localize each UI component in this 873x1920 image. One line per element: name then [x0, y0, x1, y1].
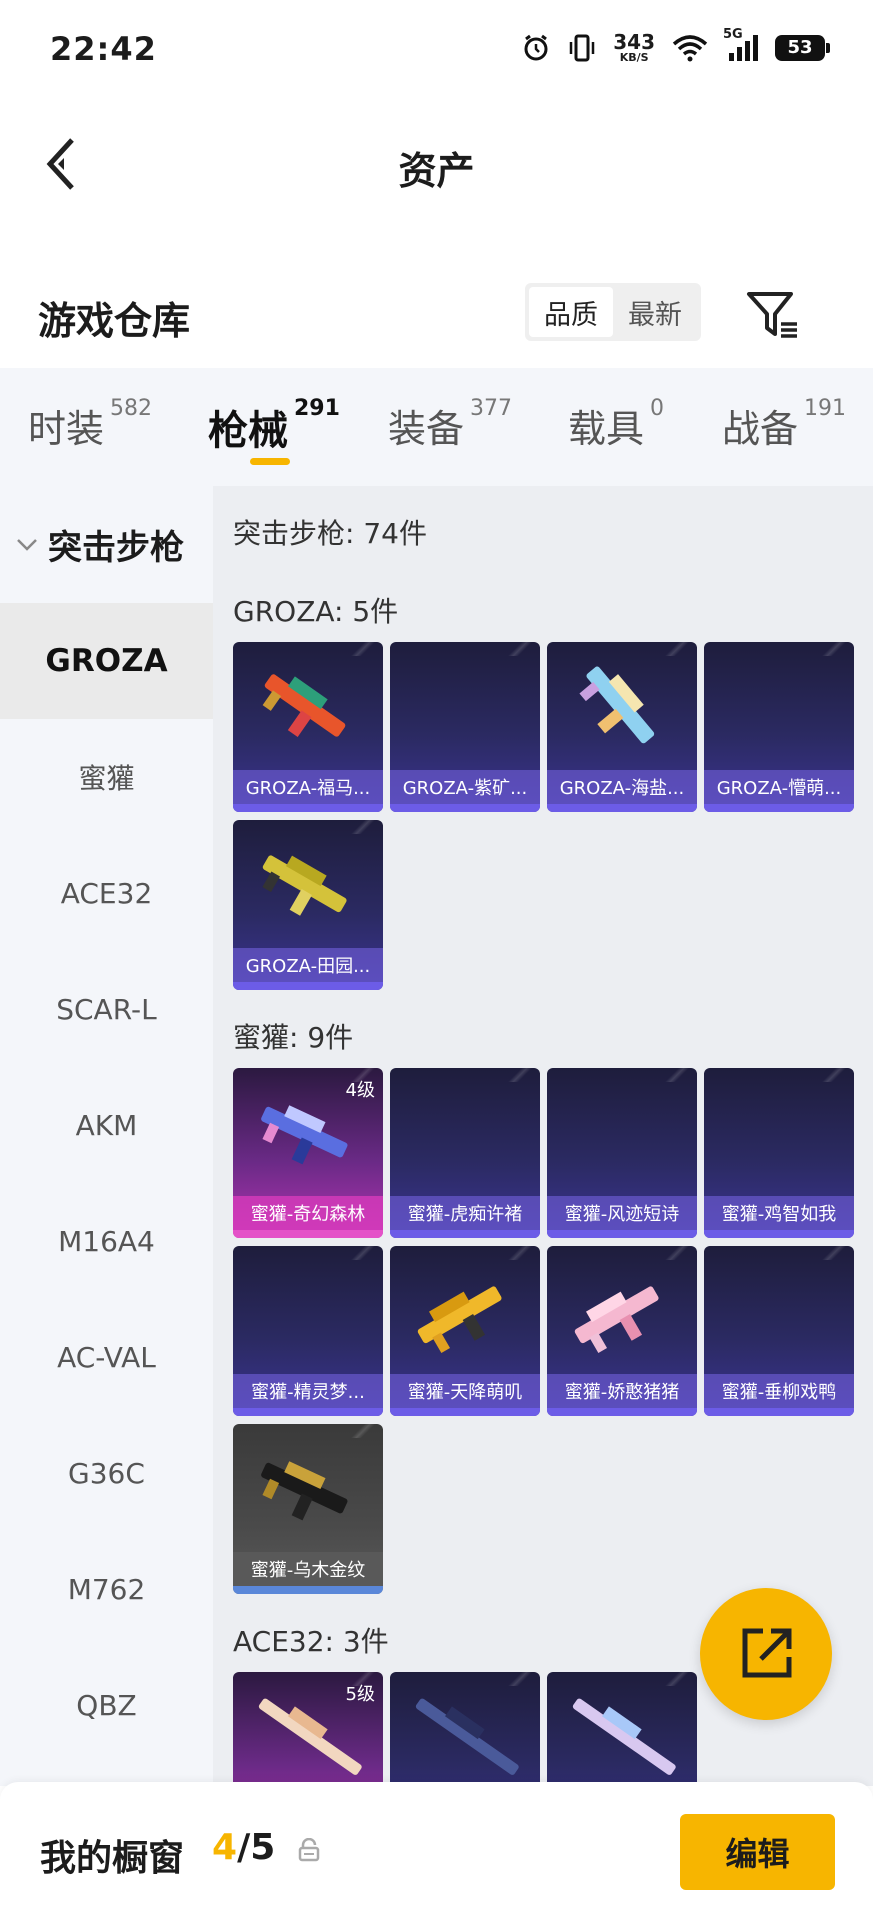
section-title-honey-badger: 蜜獾: 9件	[233, 1021, 354, 1054]
weapon-skin-image	[258, 1698, 362, 1775]
showcase-count: 4/5	[212, 1827, 276, 1868]
page-title: 资产	[398, 149, 475, 193]
weapon-card[interactable]: 5级	[233, 1672, 383, 1786]
sidebar-item-ace32[interactable]: ACE32	[0, 835, 213, 951]
section-title-ace32: ACE32: 3件	[233, 1625, 389, 1658]
weapon-card[interactable]: GROZA-海盐...	[547, 642, 697, 812]
tab-firearms[interactable]: 枪械 291	[208, 396, 340, 456]
tab-equipment[interactable]: 装备 377	[388, 396, 512, 453]
weapon-card[interactable]: 蜜獾-乌木金纹	[233, 1424, 383, 1594]
weapon-card[interactable]: 蜜獾-风迹短诗	[547, 1068, 697, 1238]
weapon-skin-image	[262, 674, 346, 737]
sort-newest-option[interactable]: 最新	[613, 287, 697, 337]
weapon-skin-image	[415, 1698, 519, 1775]
tab-fashion[interactable]: 时装 582	[28, 396, 152, 453]
weapon-card[interactable]: 4级 蜜獾-奇幻森林	[233, 1068, 383, 1238]
status-icons: 343 KB/S 5G 53	[521, 27, 830, 64]
category-tabs: 时装 582 枪械 291 装备 377 载具 0 战备 191	[0, 368, 873, 486]
tab-supplies[interactable]: 战备 191	[722, 396, 846, 453]
weapon-skin-image	[261, 1105, 348, 1165]
sidebar-item-g36c[interactable]: G36C	[0, 1415, 213, 1531]
weapon-card[interactable]: 蜜獾-虎痴许褚	[390, 1068, 540, 1238]
tab-vehicles[interactable]: 载具 0	[568, 396, 664, 453]
app-header: 资产	[0, 110, 873, 220]
sidebar-item-m762[interactable]: M762	[0, 1531, 213, 1647]
weapon-skin-image	[579, 666, 655, 744]
sidebar-item-scar-l[interactable]: SCAR-L	[0, 951, 213, 1067]
edit-button[interactable]: 编辑	[680, 1814, 835, 1890]
section-title-groza: GROZA: 5件	[233, 595, 399, 628]
active-tab-indicator	[250, 458, 290, 465]
weapon-card[interactable]: GROZA-福马...	[233, 642, 383, 812]
weapon-card[interactable]: 蜜獾-天降萌叽	[390, 1246, 540, 1416]
share-external-icon	[742, 1628, 792, 1678]
category-summary: 突击步枪: 74件	[233, 517, 427, 550]
weapon-card[interactable]: GROZA-紫矿...	[390, 642, 540, 812]
weapon-skin-image	[574, 1286, 659, 1354]
sort-toggle: 品质 最新	[525, 283, 701, 341]
sidebar-group-assault-rifles[interactable]: 突击步枪	[0, 486, 213, 603]
status-time: 22:42	[50, 30, 157, 68]
weapon-skin-image	[417, 1286, 502, 1354]
lock-icon	[298, 1838, 320, 1862]
weapon-card[interactable]	[390, 1672, 540, 1786]
filter-icon	[747, 292, 797, 338]
weapon-card[interactable]: 蜜獾-娇憨猪猪	[547, 1246, 697, 1416]
weapon-card[interactable]: GROZA-田园...	[233, 820, 383, 990]
weapon-card[interactable]: GROZA-懵萌...	[704, 642, 854, 812]
warehouse-header: 游戏仓库 品质 最新	[0, 270, 873, 360]
sidebar-item-honey-badger[interactable]: 蜜獾	[0, 719, 213, 835]
status-bar: 22:42 343 KB/S 5G 53	[0, 0, 873, 100]
alarm-icon	[521, 33, 551, 63]
share-button[interactable]	[700, 1588, 832, 1720]
battery-icon: 53	[775, 34, 830, 61]
wifi-icon	[671, 33, 709, 63]
signal-icon: 5G	[723, 27, 759, 63]
weapon-skin-image	[262, 855, 347, 916]
weapon-card[interactable]: 蜜獾-精灵梦...	[233, 1246, 383, 1416]
sidebar-item-akm[interactable]: AKM	[0, 1067, 213, 1183]
weapon-card[interactable]: 蜜獾-垂柳戏鸭	[704, 1246, 854, 1416]
warehouse-title: 游戏仓库	[38, 299, 191, 343]
showcase-title: 我的橱窗	[40, 1838, 185, 1879]
filter-button[interactable]	[745, 288, 801, 344]
weapon-type-sidebar: 突击步枪 GROZA 蜜獾 ACE32 SCAR-L AKM M16A4 AC-…	[0, 486, 213, 1786]
weapon-skin-image	[261, 1461, 348, 1521]
sidebar-item-ac-val[interactable]: AC-VAL	[0, 1299, 213, 1415]
vibrate-icon	[567, 33, 597, 63]
chevron-down-icon	[17, 538, 37, 551]
weapon-card[interactable]	[547, 1672, 697, 1786]
sidebar-item-m16a4[interactable]: M16A4	[0, 1183, 213, 1299]
weapon-card[interactable]: 蜜獾-鸡智如我	[704, 1068, 854, 1238]
sidebar-item-qbz[interactable]: QBZ	[0, 1647, 213, 1763]
sidebar-item-groza[interactable]: GROZA	[0, 603, 213, 719]
weapon-skin-image	[572, 1698, 676, 1775]
showcase-bar: 我的橱窗 4/5 编辑	[0, 1782, 873, 1920]
sort-quality-option[interactable]: 品质	[529, 287, 613, 337]
net-speed: 343 KB/S	[613, 30, 655, 64]
